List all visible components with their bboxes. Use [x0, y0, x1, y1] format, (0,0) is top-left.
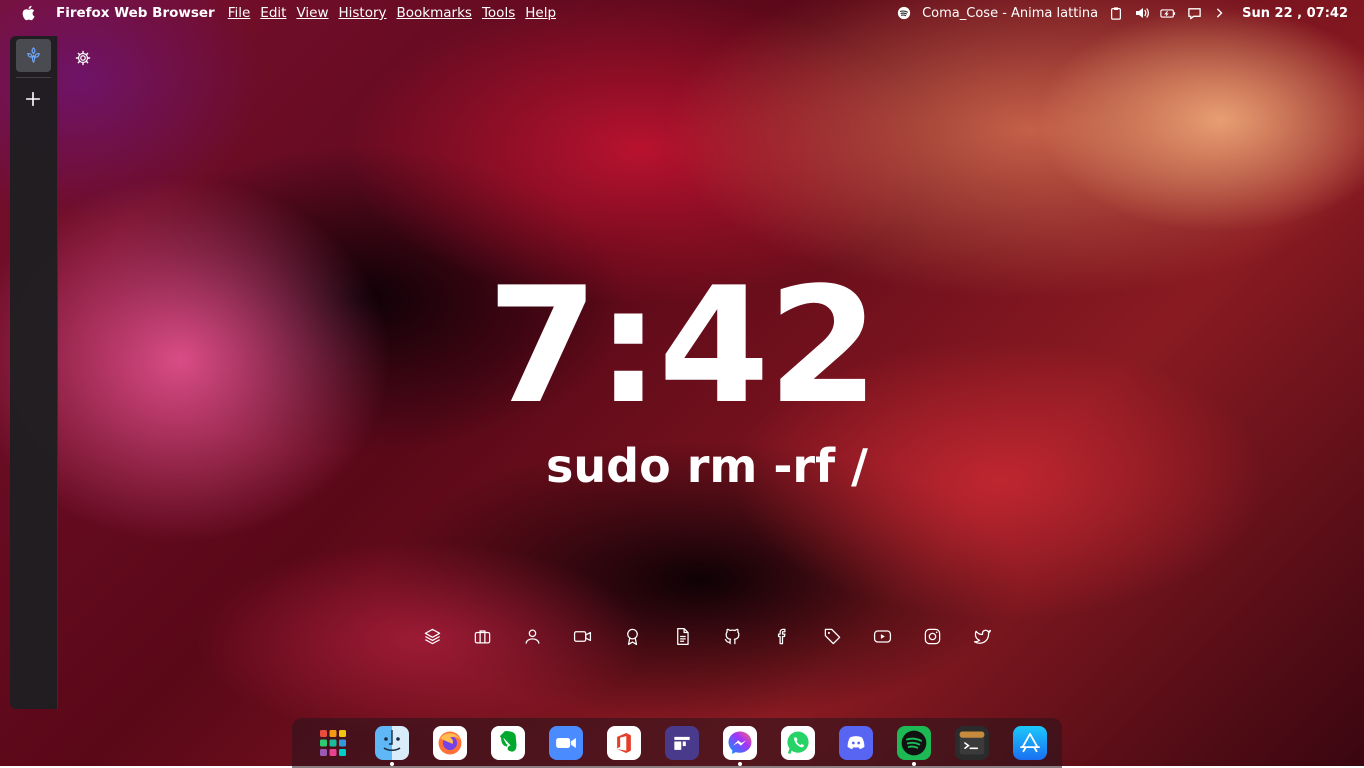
add-workspace-button[interactable] — [22, 88, 44, 110]
chevron-right-icon[interactable] — [1212, 5, 1228, 21]
quick-links — [420, 624, 994, 648]
volume-icon[interactable] — [1134, 5, 1150, 21]
dock-zoom[interactable] — [549, 726, 583, 760]
newtab-clock: 7:42 — [487, 252, 879, 439]
user-icon[interactable] — [520, 624, 544, 648]
menu-edit[interactable]: Edit — [260, 5, 286, 21]
dock-app-store[interactable] — [1013, 726, 1047, 760]
youtube-icon[interactable] — [870, 624, 894, 648]
finder-running-indicator — [390, 762, 394, 766]
evernote-icon — [500, 731, 517, 752]
dock-app-launcher[interactable] — [316, 726, 350, 760]
battery-icon[interactable] — [1160, 5, 1176, 21]
clipboard-icon[interactable] — [1108, 5, 1124, 21]
workspace-icon — [27, 47, 40, 64]
menu-file[interactable]: File — [228, 5, 251, 21]
stack-icon[interactable] — [420, 624, 444, 648]
award-icon[interactable] — [620, 624, 644, 648]
office-icon — [617, 733, 631, 753]
spotify-running-indicator — [912, 762, 916, 766]
gear-icon — [75, 50, 91, 66]
plus-icon — [25, 91, 41, 107]
planner-icon — [674, 736, 690, 750]
now-playing-text[interactable]: Coma_Cose - Anima lattina — [922, 6, 1098, 21]
dock-spotify[interactable] — [897, 726, 931, 760]
finder-icon — [383, 730, 401, 752]
dock-planner[interactable] — [665, 726, 699, 760]
apple-menu-icon[interactable] — [21, 5, 35, 21]
twitter-icon[interactable] — [970, 624, 994, 648]
sidebar-divider — [16, 77, 51, 78]
newtab-motto: sudo rm -rf / — [546, 439, 868, 493]
dock-messenger[interactable] — [723, 726, 757, 760]
instagram-icon[interactable] — [920, 624, 944, 648]
zoom-icon — [556, 738, 576, 748]
menu-help[interactable]: Help — [525, 5, 556, 21]
notification-icon[interactable] — [1186, 5, 1202, 21]
file-text-icon[interactable] — [670, 624, 694, 648]
dock-terminal[interactable] — [955, 726, 989, 760]
spotify-tray-icon[interactable] — [896, 5, 912, 21]
sidebar-active-workspace[interactable] — [16, 39, 51, 72]
tag-icon[interactable] — [820, 624, 844, 648]
grid-icon — [320, 730, 346, 756]
facebook-icon[interactable] — [770, 624, 794, 648]
menubar-clock[interactable]: Sun 22 , 07:42 — [1242, 6, 1348, 21]
video-icon[interactable] — [570, 624, 594, 648]
dock-finder[interactable] — [375, 726, 409, 760]
menu-tools[interactable]: Tools — [482, 5, 515, 21]
dock-evernote[interactable] — [491, 726, 525, 760]
newtab-settings-button[interactable] — [74, 49, 92, 67]
messenger-running-indicator — [738, 762, 742, 766]
system-tray: Coma_Cose - Anima lattina Sun 22 , 07:42 — [896, 0, 1348, 26]
briefcase-icon[interactable] — [470, 624, 494, 648]
active-app-name[interactable]: Firefox Web Browser — [56, 5, 215, 21]
menu-view[interactable]: View — [296, 5, 328, 21]
whatsapp-icon — [787, 731, 809, 755]
menu-history[interactable]: History — [339, 5, 387, 21]
app-store-icon — [1020, 733, 1040, 753]
dock-whatsapp[interactable] — [781, 726, 815, 760]
menu-bookmarks[interactable]: Bookmarks — [397, 5, 472, 21]
firefox-icon — [438, 731, 462, 755]
top-menu-bar: Firefox Web Browser File Edit View Histo… — [0, 0, 1364, 26]
messenger-icon — [728, 731, 752, 755]
dock-office[interactable] — [607, 726, 641, 760]
github-icon[interactable] — [720, 624, 744, 648]
dock-firefox[interactable] — [433, 726, 467, 760]
discord-icon — [847, 736, 865, 750]
terminal-icon — [959, 731, 985, 755]
spotify-icon — [901, 730, 927, 756]
dock-discord[interactable] — [839, 726, 873, 760]
